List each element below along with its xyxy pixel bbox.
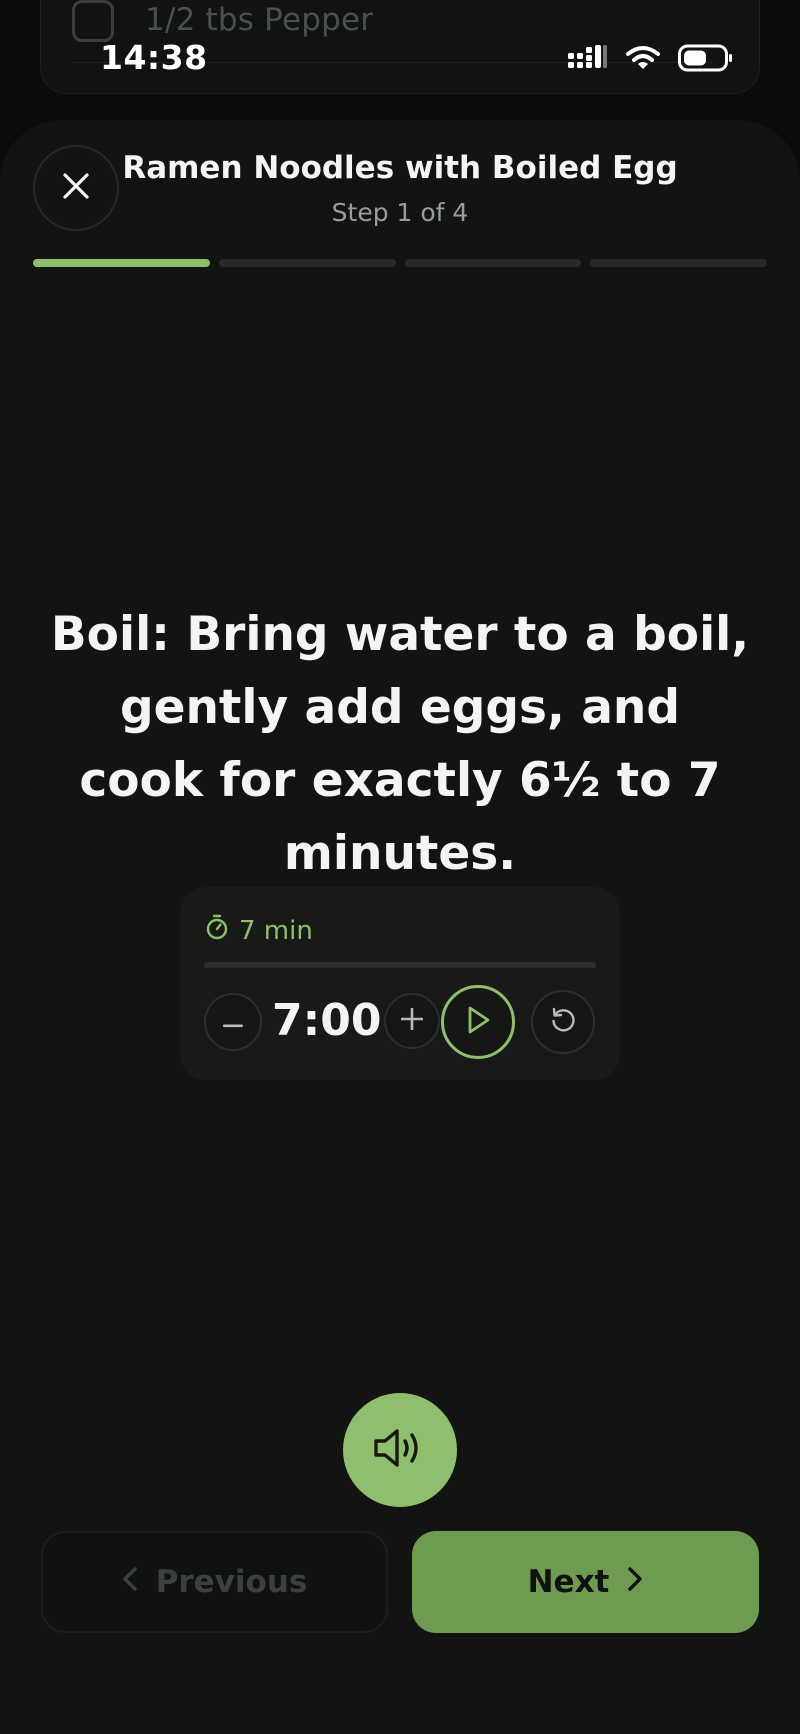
timer-label: 7 min bbox=[205, 914, 313, 947]
progress-segment-3 bbox=[404, 259, 582, 267]
chevron-right-icon bbox=[627, 1564, 643, 1600]
step-counter: Step 1 of 4 bbox=[331, 198, 469, 227]
step-instruction: Boil: Bring water to a boil, gently add … bbox=[50, 607, 750, 881]
progress-segment-1 bbox=[33, 259, 210, 267]
timer-card: 7 min 7:00 bbox=[180, 887, 620, 1080]
status-time: 14:38 bbox=[100, 38, 208, 77]
minus-icon bbox=[223, 1013, 243, 1032]
signal-icon bbox=[568, 45, 608, 75]
chevron-left-icon bbox=[122, 1564, 138, 1600]
plus-icon bbox=[400, 1007, 424, 1034]
recipe-title: Ramen Noodles with Boiled Egg bbox=[122, 150, 678, 186]
progress-segment-2 bbox=[218, 259, 396, 267]
start-timer-button[interactable] bbox=[441, 985, 515, 1059]
timer-value: 7:00 bbox=[272, 995, 382, 1046]
timer-duration-label: 7 min bbox=[239, 915, 313, 946]
status-icons bbox=[568, 44, 734, 76]
read-aloud-button[interactable] bbox=[343, 1393, 457, 1507]
play-icon bbox=[464, 1005, 492, 1039]
screen: 1/2 tbs Pepper 14:38 Ramen Noodles with … bbox=[0, 0, 800, 1734]
next-label: Next bbox=[527, 1564, 610, 1600]
ingredient-checkbox[interactable] bbox=[72, 0, 114, 42]
battery-icon bbox=[678, 44, 734, 76]
timer-progress-track bbox=[204, 962, 596, 968]
previous-step-button[interactable]: Previous bbox=[41, 1531, 388, 1633]
progress-segment-4 bbox=[590, 259, 767, 267]
decrease-time-button[interactable] bbox=[204, 993, 262, 1051]
reset-timer-button[interactable] bbox=[531, 990, 595, 1054]
stopwatch-icon bbox=[205, 914, 229, 947]
next-step-button[interactable]: Next bbox=[412, 1531, 759, 1633]
reset-icon bbox=[549, 1006, 577, 1038]
increase-time-button[interactable] bbox=[384, 993, 440, 1049]
previous-label: Previous bbox=[155, 1564, 308, 1600]
wifi-icon bbox=[626, 45, 660, 75]
ingredient-item-text: 1/2 tbs Pepper bbox=[145, 2, 374, 38]
step-progress bbox=[33, 259, 767, 267]
speaker-icon bbox=[372, 1426, 428, 1474]
